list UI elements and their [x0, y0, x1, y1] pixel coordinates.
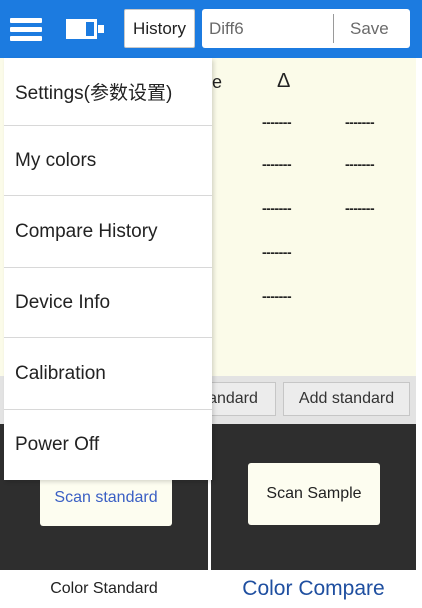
- drawer-item-calibration[interactable]: Calibration: [4, 338, 212, 410]
- drawer-item-device-info[interactable]: Device Info: [4, 268, 212, 338]
- sample-panel: Scan Sample: [211, 424, 416, 570]
- scan-sample-button[interactable]: Scan Sample: [248, 463, 380, 525]
- table-cell: -------: [262, 244, 292, 260]
- table-cell: -------: [345, 200, 375, 216]
- hamburger-icon: [10, 36, 42, 41]
- input-divider: [333, 14, 334, 43]
- tab-color-compare[interactable]: Color Compare: [211, 570, 416, 608]
- top-bar: History Diff6 Save: [0, 0, 422, 58]
- tab-color-standard[interactable]: Color Standard: [0, 570, 208, 608]
- menu-button[interactable]: [4, 4, 50, 54]
- table-cell: -------: [345, 114, 375, 130]
- table-cell: -------: [262, 288, 292, 304]
- table-cell: -------: [345, 156, 375, 172]
- column-header-partial: e: [212, 72, 223, 92]
- hamburger-icon: [10, 18, 42, 23]
- table-cell: -------: [262, 200, 292, 216]
- diff-name-input[interactable]: Diff6 Save: [202, 9, 410, 48]
- drawer-item-power-off[interactable]: Power Off: [4, 410, 212, 480]
- history-button[interactable]: History: [124, 9, 195, 48]
- battery-icon: [66, 19, 104, 39]
- right-edge: [416, 58, 422, 608]
- table-cell: -------: [262, 156, 292, 172]
- drawer-item-compare-history[interactable]: Compare History: [4, 196, 212, 268]
- hamburger-icon: [10, 27, 42, 32]
- table-cell: -------: [262, 114, 292, 130]
- diff-name-value: Diff6: [209, 19, 244, 38]
- drawer-item-my-colors[interactable]: My colors: [4, 126, 212, 196]
- save-button[interactable]: Save: [350, 19, 389, 39]
- navigation-drawer: Settings(参数设置) My colors Compare History…: [4, 58, 212, 480]
- drawer-item-settings[interactable]: Settings(参数设置): [4, 58, 212, 126]
- add-standard-button[interactable]: Add standard: [283, 382, 410, 416]
- column-header-delta: Δ: [277, 70, 291, 92]
